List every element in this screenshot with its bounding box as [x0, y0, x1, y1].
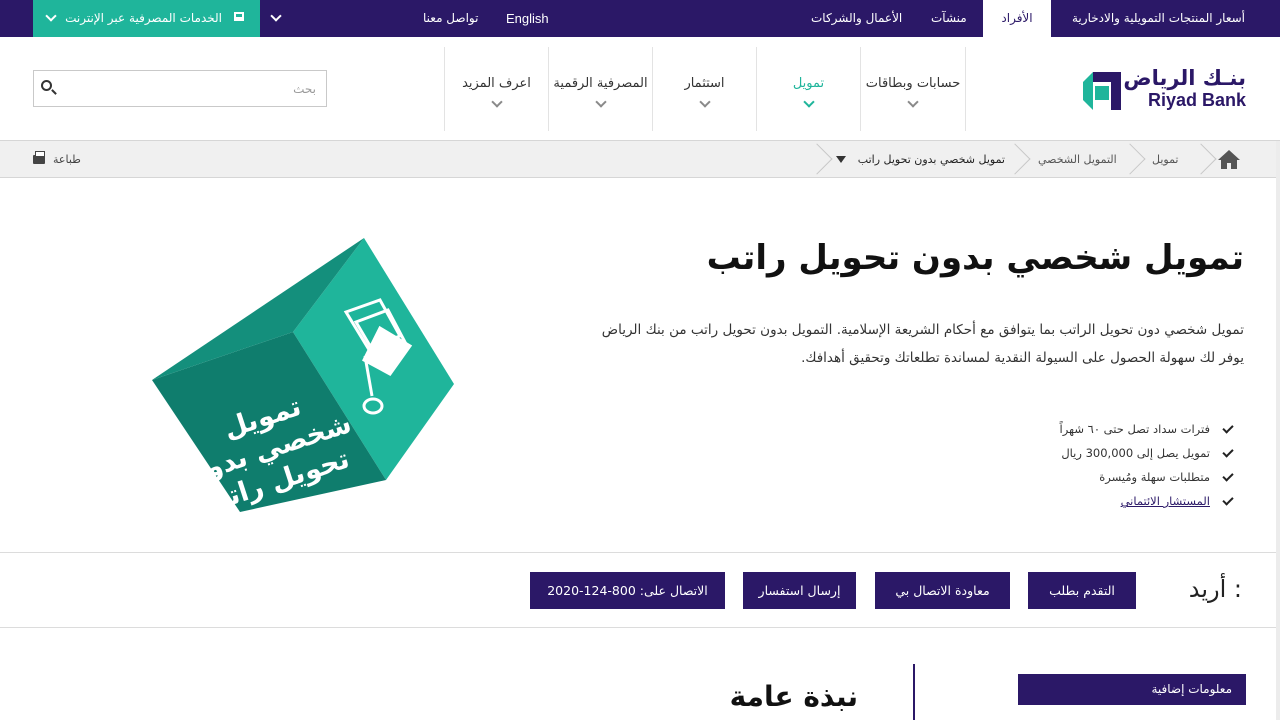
nav-label: استثمار [684, 76, 725, 91]
section-divider [0, 627, 1280, 628]
nav-accounts-cards[interactable]: حسابات وبطاقات [860, 47, 966, 131]
breadcrumb-current-label: تمويل شخصي بدون تحويل راتب [857, 153, 1005, 166]
check-icon [1222, 446, 1234, 458]
callback-button[interactable]: معاودة الاتصال بي [875, 572, 1010, 609]
nav-digital-banking[interactable]: المصرفية الرقمية [548, 47, 652, 131]
feature-label: فترات سداد تصل حتى ٦٠ شهراً [1059, 422, 1211, 436]
main-header: اعرف المزيد المصرفية الرقمية استثمار تمو… [0, 37, 1280, 141]
nav-learn-more[interactable]: اعرف المزيد [444, 47, 548, 131]
list-item: متطلبات سهلة ومُيسرة [1015, 468, 1235, 492]
top-utility-bar: الخدمات المصرفية عبر الإنترنت تواصل معنا… [0, 0, 1280, 37]
chevron-down-icon [594, 96, 607, 108]
page-scrollbar[interactable] [1276, 141, 1280, 720]
hero-description: تمويل شخصي دون تحويل الراتب بما يتوافق م… [601, 322, 1244, 366]
chevron-down-icon[interactable] [45, 10, 57, 22]
finance-cube-illustration: تمويل شخصي بدون تحويل راتب [152, 238, 454, 514]
section-divider [0, 552, 1280, 553]
chevron-down-icon [802, 96, 815, 108]
home-icon[interactable] [1217, 149, 1241, 170]
check-icon [1222, 422, 1234, 434]
list-item: تمويل يصل إلى 300,000 ريال [1015, 444, 1235, 468]
breadcrumb-personal-finance[interactable]: التمويل الشخصي [1038, 141, 1117, 178]
check-icon [1222, 494, 1234, 506]
breadcrumb-current-dropdown[interactable]: تمويل شخصي بدون تحويل راتب [822, 141, 1017, 178]
breadcrumb-finance[interactable]: تمويل [1152, 141, 1179, 178]
breadcrumb-separator [1185, 143, 1217, 175]
chevron-down-icon [698, 96, 711, 108]
online-banking-label: الخدمات المصرفية عبر الإنترنت [65, 11, 222, 25]
contact-link[interactable]: تواصل معنا [423, 0, 478, 37]
rates-link[interactable]: أسعار المنتجات التمويلية والادخارية [1072, 0, 1245, 37]
print-label: طباعة [53, 153, 81, 166]
logo-arabic-text: بنـك الرياض [1123, 66, 1246, 90]
page-title: تمويل شخصي بدون تحويل راتب [706, 238, 1244, 278]
nav-label: اعرف المزيد [462, 76, 531, 91]
i-want-label: أريد : [1188, 575, 1242, 603]
online-banking-button[interactable]: الخدمات المصرفية عبر الإنترنت [33, 0, 260, 37]
caret-down-icon [836, 156, 846, 163]
business-link[interactable]: الأعمال والشركات [811, 0, 902, 37]
credit-advisor-link[interactable]: المستشار الائتماني [1121, 494, 1210, 508]
enterprises-link[interactable]: منشآت [931, 0, 967, 37]
check-icon [1222, 470, 1234, 482]
logo-english-text: Riyad Bank [1147, 90, 1246, 110]
chevron-down-icon [490, 96, 503, 108]
search-input[interactable] [86, 71, 316, 106]
laptop-icon [234, 12, 244, 21]
additional-info-tab[interactable]: معلومات إضافية [1018, 674, 1246, 705]
nav-label: المصرفية الرقمية [553, 76, 648, 91]
list-item: المستشار الائتماني [1015, 492, 1235, 516]
riyad-bank-logo[interactable]: بنـك الرياض Riyad Bank [1083, 66, 1248, 114]
chevron-down-icon [907, 96, 919, 108]
inquiry-button[interactable]: إرسال استفسار [743, 572, 856, 609]
nav-investment[interactable]: استثمار [652, 47, 756, 131]
individuals-tab[interactable]: الأفراد [983, 0, 1051, 37]
breadcrumb: طباعة تمويل شخصي بدون تحويل راتب التمويل… [0, 141, 1280, 178]
print-button[interactable]: طباعة [33, 141, 93, 178]
vertical-divider [913, 664, 915, 720]
printer-icon [33, 151, 45, 164]
dropdown-chevron-icon[interactable] [270, 10, 282, 22]
search-icon[interactable] [41, 80, 52, 91]
nav-label: تمويل [792, 76, 825, 91]
features-list: فترات سداد تصل حتى ٦٠ شهراً تمويل يصل إل… [1015, 420, 1235, 516]
feature-label: متطلبات سهلة ومُيسرة [1099, 470, 1210, 484]
language-switch[interactable]: English [506, 0, 549, 37]
overview-heading: نبذة عامة [729, 680, 858, 713]
apply-button[interactable]: التقدم بطلب [1028, 572, 1136, 609]
logo-mark-icon [1083, 72, 1121, 110]
feature-label: تمويل يصل إلى 300,000 ريال [1061, 446, 1210, 460]
breadcrumb-separator [1114, 143, 1146, 175]
call-button[interactable]: الاتصال على: 800-124-2020 [530, 572, 725, 609]
nav-finance[interactable]: تمويل [756, 47, 860, 131]
list-item: فترات سداد تصل حتى ٦٠ شهراً [1015, 420, 1235, 444]
nav-label: حسابات وبطاقات [865, 76, 961, 91]
search-box [33, 70, 327, 107]
